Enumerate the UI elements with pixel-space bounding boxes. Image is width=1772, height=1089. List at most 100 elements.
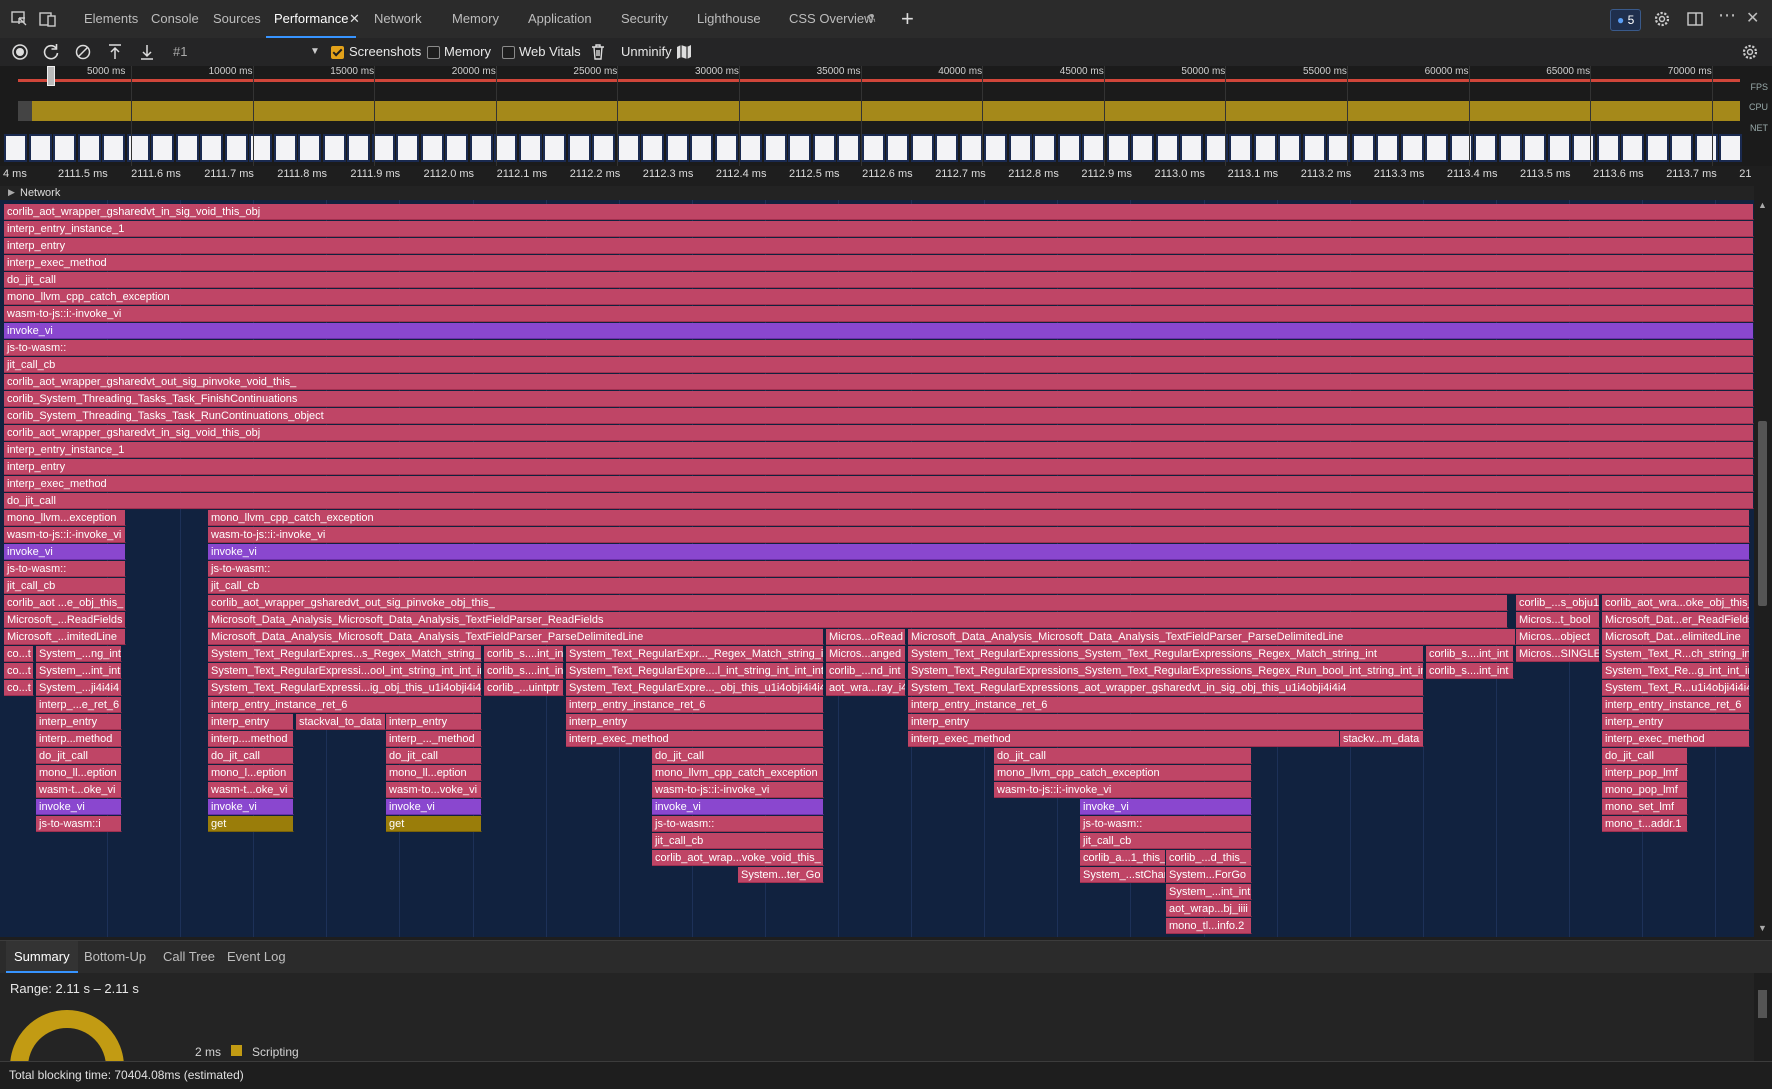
flame-bar[interactable]: interp_entry bbox=[566, 714, 824, 730]
flame-scrollbar[interactable]: ▲ ▼ bbox=[1754, 186, 1772, 937]
screenshot-thumbnail[interactable] bbox=[812, 134, 836, 162]
screenshot-thumbnail[interactable] bbox=[1351, 134, 1375, 162]
flame-bar[interactable]: mono_pop_lmf bbox=[1602, 782, 1688, 798]
screenshot-thumbnail[interactable] bbox=[175, 134, 199, 162]
flame-bar[interactable]: Microsoft_Data_Analysis_Microsoft_Data_A… bbox=[908, 629, 1516, 645]
screenshot-thumbnail[interactable] bbox=[1694, 134, 1718, 162]
screenshot-thumbnail[interactable] bbox=[494, 134, 517, 162]
flame-bar[interactable]: interp_exec_method bbox=[4, 255, 1754, 271]
flame-bar[interactable]: invoke_vi bbox=[208, 799, 294, 815]
flame-bar[interactable]: co...t bbox=[4, 646, 34, 662]
flame-bar[interactable]: corlib_System_Threading_Tasks_Task_Finis… bbox=[4, 391, 1754, 407]
flame-bar[interactable]: interp_entry_instance_ret_6 bbox=[566, 697, 824, 713]
flame-bar[interactable]: stackv...m_data bbox=[1340, 731, 1424, 747]
flame-bar[interactable]: mono_ll...eption bbox=[36, 765, 122, 781]
screenshot-thumbnail[interactable] bbox=[1645, 134, 1669, 162]
flame-bar[interactable]: do_jit_call bbox=[208, 748, 294, 764]
screenshot-thumbnail[interactable] bbox=[4, 134, 27, 162]
tab-console[interactable]: Console bbox=[151, 0, 199, 38]
screenshot-thumbnail[interactable] bbox=[518, 134, 542, 162]
screenshot-thumbnail[interactable] bbox=[1523, 134, 1546, 162]
flame-bar[interactable]: System_...int_int bbox=[1166, 884, 1252, 900]
tab-summary[interactable]: Summary bbox=[6, 941, 78, 973]
flame-bar[interactable]: do_jit_call bbox=[386, 748, 482, 764]
flame-bar[interactable]: System_Text_RegularExpressions_System_Te… bbox=[908, 663, 1424, 679]
flame-bar[interactable]: corlib_s....int_int bbox=[484, 663, 564, 679]
flame-bar[interactable]: mono_set_lmf bbox=[1602, 799, 1688, 815]
flame-bar[interactable]: mono_llvm_cpp_catch_exception bbox=[652, 765, 824, 781]
screenshot-thumbnail[interactable] bbox=[1082, 134, 1105, 162]
flame-bar[interactable]: interp....method bbox=[208, 731, 294, 747]
flame-bar[interactable]: jit_call_cb bbox=[4, 357, 1754, 373]
screenshot-thumbnail[interactable] bbox=[273, 134, 297, 162]
flame-bar[interactable]: System_Text_RegularExpressi...ig_obj_thi… bbox=[208, 680, 482, 696]
flame-bar[interactable]: js-to-wasm:: bbox=[652, 816, 824, 832]
flame-bar[interactable]: corlib_aot_wrap...voke_void_this_ bbox=[652, 850, 824, 866]
screenshot-thumbnail[interactable] bbox=[102, 134, 125, 162]
screenshot-thumbnail[interactable] bbox=[1155, 134, 1179, 162]
flame-bar[interactable]: wasm-to-js::i:-invoke_vi bbox=[994, 782, 1252, 798]
reload-record-icon[interactable] bbox=[41, 42, 61, 62]
summary-scrollbar[interactable] bbox=[1754, 973, 1772, 1061]
screenshot-thumbnail[interactable] bbox=[1547, 134, 1571, 162]
screenshot-thumbnail[interactable] bbox=[1033, 134, 1056, 162]
flame-bar[interactable]: System_Text_RegularExpressi...ool_int_st… bbox=[208, 663, 482, 679]
flame-bar[interactable]: jit_call_cb bbox=[208, 578, 1750, 594]
flame-bar[interactable]: do_jit_call bbox=[652, 748, 824, 764]
memory-checkbox[interactable] bbox=[427, 46, 440, 59]
screenshot-thumbnail[interactable] bbox=[53, 134, 76, 162]
flame-bar[interactable]: mono_llvm_cpp_catch_exception bbox=[994, 765, 1252, 781]
flame-bar[interactable]: wasm-t...oke_vi bbox=[36, 782, 122, 798]
screenshot-thumbnail[interactable] bbox=[1572, 134, 1595, 162]
flame-bar[interactable]: wasm-to-js::i:-invoke_vi bbox=[4, 306, 1754, 322]
scrollbar-thumb[interactable] bbox=[1758, 421, 1767, 606]
flame-bar[interactable]: corlib_...uintptr bbox=[484, 680, 564, 696]
screenshot-thumbnail[interactable] bbox=[984, 134, 1007, 162]
flame-bar[interactable]: interp_entry_instance_1 bbox=[4, 442, 1754, 458]
flame-bar[interactable]: corlib_aot_wra...oke_obj_this_ bbox=[1602, 595, 1750, 611]
flame-bar[interactable]: js-to-wasm:: bbox=[4, 561, 126, 577]
screenshot-thumbnail[interactable] bbox=[396, 134, 419, 162]
flame-bar[interactable]: Micros...t_bool bbox=[1516, 612, 1600, 628]
screenshot-thumbnail[interactable] bbox=[1621, 134, 1644, 162]
flame-bar[interactable]: wasm-to-js::i:-invoke_vi bbox=[4, 527, 126, 543]
screenshots-checkbox[interactable] bbox=[331, 46, 344, 59]
screenshot-thumbnail[interactable] bbox=[445, 134, 468, 162]
screenshot-thumbnail[interactable] bbox=[1131, 134, 1154, 162]
screenshot-thumbnail[interactable] bbox=[641, 134, 664, 162]
flame-bar[interactable]: co...t bbox=[4, 663, 34, 679]
screenshot-thumbnail[interactable] bbox=[592, 134, 615, 162]
close-devtools-icon[interactable]: ✕ bbox=[1746, 0, 1759, 38]
screenshot-thumbnail[interactable] bbox=[910, 134, 934, 162]
screenshot-thumbnail[interactable] bbox=[322, 134, 346, 162]
flame-bar[interactable]: wasm-t...oke_vi bbox=[208, 782, 294, 798]
flame-bar[interactable]: do_jit_call bbox=[1602, 748, 1688, 764]
flame-bar[interactable]: wasm-to...voke_vi bbox=[386, 782, 482, 798]
flame-bar[interactable]: corlib_a...1_this_ bbox=[1080, 850, 1166, 866]
flame-bar[interactable]: do_jit_call bbox=[4, 272, 1754, 288]
flame-bar[interactable]: interp_entry bbox=[4, 459, 1754, 475]
screenshot-thumbnail[interactable] bbox=[1302, 134, 1326, 162]
flame-bar[interactable]: System_Text_RegularExpressions_aot_wrapp… bbox=[908, 680, 1424, 696]
flame-bar[interactable]: corlib_aot_wrapper_gsharedvt_in_sig_void… bbox=[4, 425, 1754, 441]
flame-bar[interactable]: invoke_vi bbox=[4, 323, 1754, 339]
flame-bar[interactable]: Microsoft_Data_Analysis_Microsoft_Data_A… bbox=[208, 612, 1508, 628]
flame-bar[interactable]: corlib_System_Threading_Tasks_Task_RunCo… bbox=[4, 408, 1754, 424]
flame-bar[interactable]: corlib_s....int_int bbox=[1426, 663, 1514, 679]
flame-bar[interactable]: invoke_vi bbox=[1080, 799, 1252, 815]
screenshot-thumbnail[interactable] bbox=[347, 134, 370, 162]
screenshot-thumbnail[interactable] bbox=[1425, 134, 1448, 162]
tab-security[interactable]: Security bbox=[621, 0, 668, 38]
trash-icon[interactable] bbox=[588, 42, 608, 62]
screenshot-thumbnail[interactable] bbox=[665, 134, 689, 162]
record-icon[interactable] bbox=[10, 42, 30, 62]
screenshot-thumbnail[interactable] bbox=[959, 134, 983, 162]
tab-bottom-up[interactable]: Bottom-Up bbox=[84, 941, 146, 971]
flame-bar[interactable]: Microsoft_...ReadFields bbox=[4, 612, 126, 628]
tab-lighthouse[interactable]: Lighthouse bbox=[697, 0, 761, 38]
upload-profile-icon[interactable] bbox=[105, 42, 125, 62]
flame-bar[interactable]: stackval_to_data bbox=[296, 714, 386, 730]
flame-bar[interactable]: interp_entry bbox=[908, 714, 1424, 730]
screenshot-thumbnail[interactable] bbox=[126, 134, 150, 162]
screenshot-thumbnail[interactable] bbox=[77, 134, 101, 162]
